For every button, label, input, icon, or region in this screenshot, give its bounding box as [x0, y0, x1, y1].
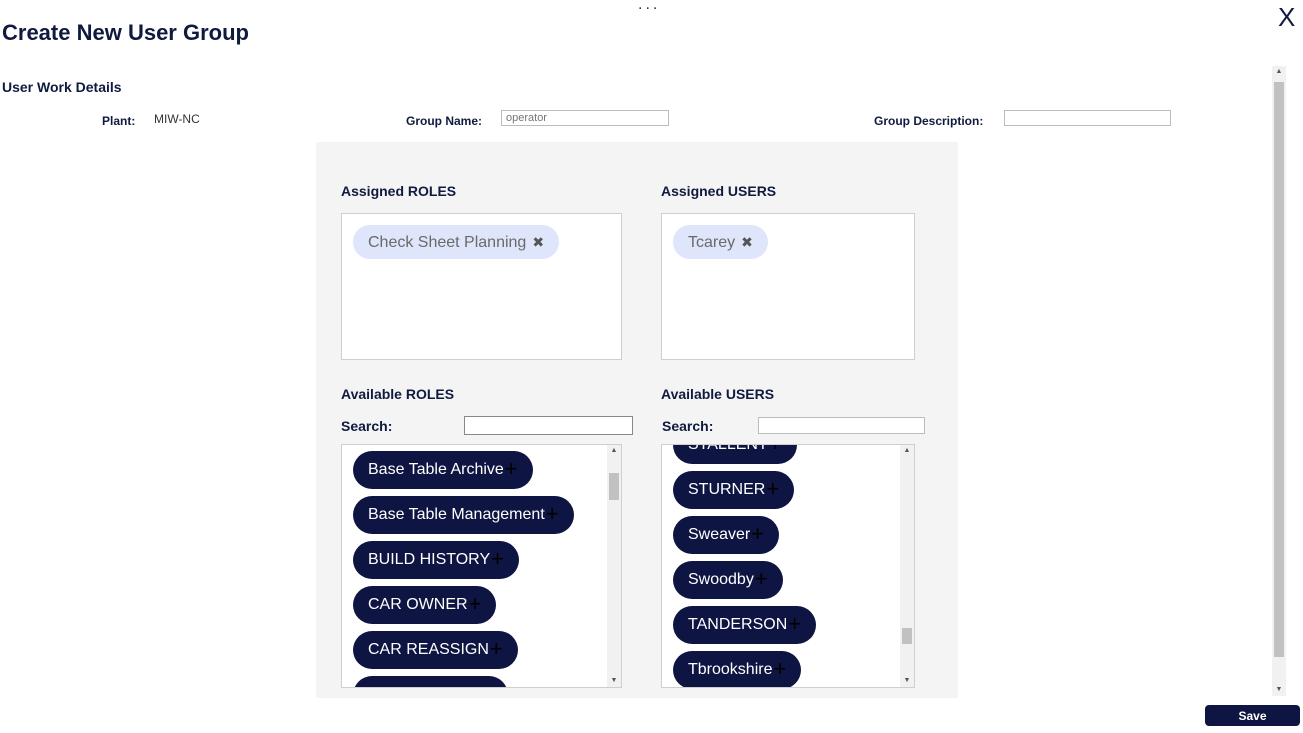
- scrollbar-thumb[interactable]: [1274, 82, 1284, 657]
- users-search-input[interactable]: [758, 417, 925, 434]
- user-chip[interactable]: STALLENT+: [673, 445, 797, 464]
- available-roles-title: Available ROLES: [341, 386, 455, 402]
- users-search-label: Search:: [662, 418, 714, 434]
- assigned-role-chip[interactable]: Check Sheet Planning ✖: [353, 225, 560, 259]
- role-chip[interactable]: CAR REASSIGN+: [353, 631, 518, 669]
- roles-search-label: Search:: [341, 418, 393, 434]
- arrow-down-icon[interactable]: ▼: [1272, 684, 1286, 696]
- user-chip[interactable]: STURNER+: [673, 471, 795, 509]
- plant-value: MIW-NC: [154, 112, 200, 126]
- remove-x-icon[interactable]: ✖: [741, 234, 753, 250]
- assigned-users-title: Assigned USERS: [661, 183, 777, 199]
- assigned-roles-title: Assigned ROLES: [341, 183, 457, 199]
- user-chip-label: Tcarey: [688, 234, 736, 251]
- role-chip[interactable]: Base Table Management+: [353, 496, 574, 534]
- plus-icon[interactable]: +: [788, 611, 801, 636]
- users-list-scrollbar[interactable]: ▲ ▼: [900, 445, 914, 687]
- plus-icon[interactable]: +: [491, 546, 504, 571]
- arrow-down-icon[interactable]: ▼: [607, 675, 621, 687]
- drag-handle-dots[interactable]: ...: [638, 0, 660, 13]
- plus-icon[interactable]: +: [490, 636, 503, 661]
- user-chip[interactable]: Tbrookshire+: [673, 651, 802, 687]
- scrollbar-thumb[interactable]: [902, 628, 912, 644]
- assigned-users-box: Tcarey ✖: [661, 213, 915, 360]
- assigned-roles-box: Check Sheet Planning ✖: [341, 213, 622, 360]
- arrow-up-icon[interactable]: ▲: [900, 445, 914, 457]
- save-button[interactable]: Save: [1205, 705, 1300, 726]
- close-icon[interactable]: X: [1278, 4, 1295, 30]
- plus-icon[interactable]: +: [773, 656, 786, 681]
- section-title: User Work Details: [2, 79, 122, 95]
- role-chip[interactable]: Base Table Archive+: [353, 451, 533, 489]
- group-description-input[interactable]: [1004, 110, 1171, 126]
- plus-icon[interactable]: +: [755, 566, 768, 591]
- role-chip-partial[interactable]: [353, 676, 508, 687]
- plus-icon[interactable]: +: [469, 591, 482, 616]
- page-title: Create New User Group: [2, 20, 249, 45]
- arrow-up-icon[interactable]: ▲: [1272, 66, 1286, 78]
- plus-icon[interactable]: +: [546, 501, 559, 526]
- plus-icon[interactable]: +: [751, 521, 764, 546]
- available-users-list: STALLENT+ STURNER+ Sweaver+ Swoodby+ TAN…: [661, 444, 915, 688]
- available-users-title: Available USERS: [661, 386, 775, 402]
- roles-list-scrollbar[interactable]: ▲ ▼: [607, 445, 621, 687]
- role-chip[interactable]: CAR OWNER+: [353, 586, 497, 624]
- user-chip[interactable]: TANDERSON+: [673, 606, 817, 644]
- group-name-input[interactable]: [501, 110, 669, 126]
- role-chip[interactable]: BUILD HISTORY+: [353, 541, 519, 579]
- available-roles-list: Base Table Archive+ Base Table Managemen…: [341, 444, 622, 688]
- plus-icon[interactable]: +: [505, 456, 518, 481]
- arrow-up-icon[interactable]: ▲: [607, 445, 621, 457]
- remove-x-icon[interactable]: ✖: [532, 234, 544, 250]
- group-name-label: Group Name:: [406, 114, 483, 128]
- plant-label: Plant:: [102, 114, 136, 128]
- roles-search-input[interactable]: [464, 416, 633, 435]
- assigned-user-chip[interactable]: Tcarey ✖: [673, 225, 768, 259]
- scrollbar-thumb[interactable]: [609, 473, 619, 500]
- arrow-down-icon[interactable]: ▼: [900, 675, 914, 687]
- page-scrollbar[interactable]: ▲ ▼: [1272, 66, 1286, 696]
- role-chip-label: Check Sheet Planning: [368, 234, 527, 251]
- plus-icon[interactable]: +: [769, 445, 782, 456]
- group-description-label: Group Description:: [874, 114, 984, 128]
- user-chip[interactable]: Sweaver+: [673, 516, 780, 554]
- user-chip[interactable]: Swoodby+: [673, 561, 783, 599]
- plus-icon[interactable]: +: [766, 476, 779, 501]
